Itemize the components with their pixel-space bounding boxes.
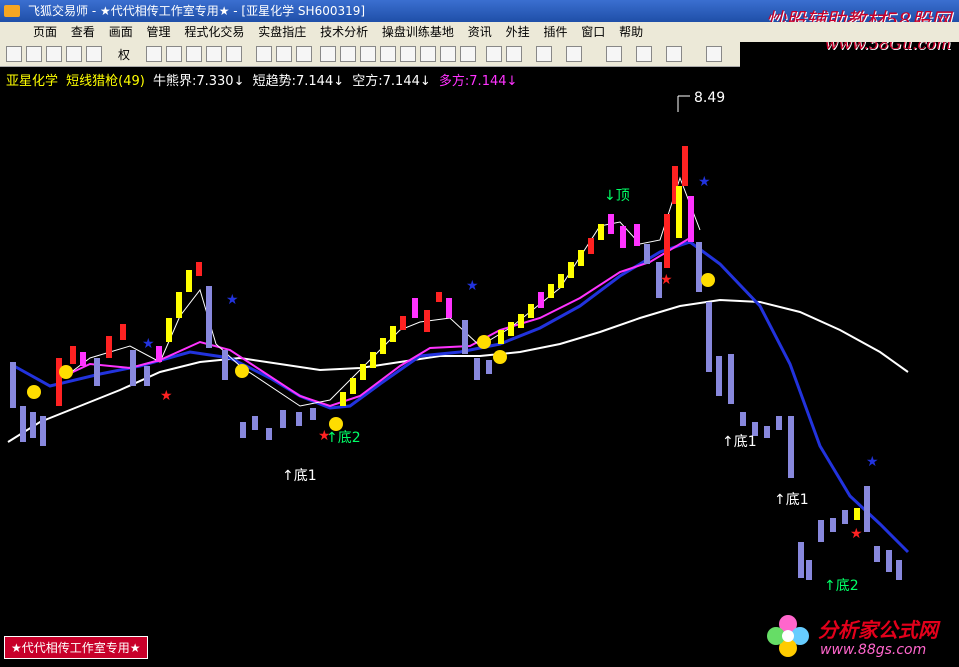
channel-icon[interactable] bbox=[636, 46, 652, 62]
magenta-line bbox=[59, 237, 691, 408]
indicator-icon[interactable] bbox=[296, 46, 312, 62]
window-icon[interactable] bbox=[226, 46, 242, 62]
menu-page[interactable]: 页面 bbox=[28, 22, 62, 42]
footer-badge: ★代代相传工作室专用★ bbox=[4, 636, 148, 659]
split-icon[interactable] bbox=[256, 46, 272, 62]
blue-star: ★ bbox=[698, 174, 711, 190]
blue-star: ★ bbox=[466, 278, 479, 294]
site-logo: 分析家公式网 www.88gs.com bbox=[760, 608, 955, 664]
menu-training[interactable]: 操盘训练基地 bbox=[377, 22, 459, 42]
top-signal-label: ↓顶 bbox=[604, 188, 630, 204]
window-title: 飞狐交易师 - ★代代相传工作室专用★ - [亚星化学 SH600319] bbox=[28, 4, 366, 18]
rect-icon[interactable] bbox=[706, 46, 722, 62]
bars-2-icon[interactable] bbox=[566, 46, 582, 62]
logo-name: 分析家公式网 bbox=[818, 618, 938, 642]
menu-screen[interactable]: 画面 bbox=[104, 22, 138, 42]
menu-manage[interactable]: 管理 bbox=[142, 22, 176, 42]
menu-news[interactable]: 资讯 bbox=[463, 22, 497, 42]
pointer-icon[interactable] bbox=[320, 46, 336, 62]
app-icon bbox=[4, 5, 20, 17]
rights-dropdown[interactable]: 权 bbox=[118, 46, 130, 63]
refresh-icon[interactable] bbox=[86, 46, 102, 62]
layout-icon[interactable] bbox=[186, 46, 202, 62]
bottom1-label-b: ↑底1 bbox=[722, 434, 757, 450]
layout-2-icon[interactable] bbox=[380, 46, 396, 62]
toolbar: 权 bbox=[0, 42, 740, 67]
flower-icon bbox=[767, 615, 809, 657]
bottom1-label-a: ↑底1 bbox=[282, 468, 317, 484]
menu-addons[interactable]: 外挂 bbox=[501, 22, 535, 42]
draw-line-icon[interactable] bbox=[506, 46, 522, 62]
bottom2-label-a: ↑底2 bbox=[326, 430, 361, 446]
kline-chart[interactable]: ★ ★ ★ ★ ★ ★ ★ ★ ★ 8.49 ↓顶 ↑底1 ↑底2 ↑底1 ↑底… bbox=[0, 66, 959, 667]
rsi-icon[interactable] bbox=[46, 46, 62, 62]
menu-bar: 页面 查看 画面 管理 程式化交易 实盘指庄 技术分析 操盘训练基地 资讯 外挂… bbox=[0, 22, 959, 42]
menu-window[interactable]: 窗口 bbox=[576, 22, 610, 42]
red-star: ★ bbox=[160, 388, 173, 404]
red-star: ★ bbox=[850, 526, 863, 542]
stats-icon[interactable] bbox=[276, 46, 292, 62]
blue-star: ★ bbox=[226, 292, 239, 308]
h-line-icon[interactable] bbox=[360, 46, 376, 62]
zoom-icon[interactable] bbox=[66, 46, 82, 62]
menu-plugins[interactable]: 插件 bbox=[538, 22, 572, 42]
peak-price-label: 8.49 bbox=[694, 90, 725, 106]
red-star: ★ bbox=[660, 272, 673, 288]
bottom1-label-c: ↑底1 bbox=[774, 492, 809, 508]
candles-middle bbox=[340, 146, 702, 406]
blue-star: ★ bbox=[866, 454, 879, 470]
compare-icon[interactable] bbox=[166, 46, 182, 62]
grid-icon[interactable] bbox=[206, 46, 222, 62]
fib-icon[interactable] bbox=[666, 46, 682, 62]
menu-tech-analysis[interactable]: 技术分析 bbox=[315, 22, 373, 42]
menu-view[interactable]: 查看 bbox=[66, 22, 100, 42]
menu-help[interactable]: 帮助 bbox=[614, 22, 648, 42]
cursor-icon[interactable] bbox=[486, 46, 502, 62]
logo-url: www.88gs.com bbox=[820, 642, 927, 658]
layout-5-icon[interactable] bbox=[440, 46, 456, 62]
line-tool-icon[interactable] bbox=[340, 46, 356, 62]
fan-icon[interactable] bbox=[606, 46, 622, 62]
layout-4-icon[interactable] bbox=[420, 46, 436, 62]
open-icon[interactable] bbox=[6, 46, 22, 62]
menu-program-trade[interactable]: 程式化交易 bbox=[179, 22, 249, 42]
chart-icon[interactable] bbox=[146, 46, 162, 62]
peak-marker bbox=[677, 95, 690, 112]
layout-3-icon[interactable] bbox=[400, 46, 416, 62]
blue-star: ★ bbox=[142, 336, 155, 352]
bottom2-label-b: ↑底2 bbox=[824, 578, 859, 594]
signal-stars: ★ ★ ★ ★ ★ ★ ★ ★ ★ bbox=[142, 174, 879, 542]
menu-realtime[interactable]: 实盘指庄 bbox=[253, 22, 311, 42]
back-icon[interactable] bbox=[26, 46, 42, 62]
bars-icon[interactable] bbox=[536, 46, 552, 62]
layout-6-icon[interactable] bbox=[460, 46, 476, 62]
long-ma-line bbox=[7, 298, 909, 443]
